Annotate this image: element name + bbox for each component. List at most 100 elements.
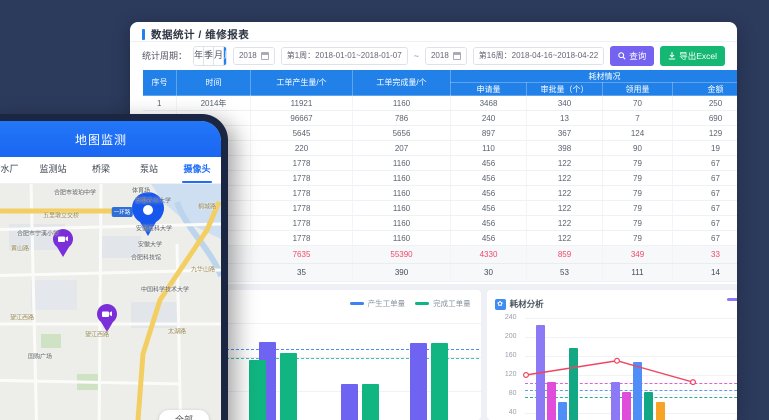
table-cell: 2014年 <box>177 96 251 111</box>
total-cell: 349 <box>603 246 673 264</box>
table-cell: 1160 <box>353 96 451 111</box>
table-cell: 1 <box>143 96 177 111</box>
map-poi-label: 中国科学技术大学 <box>141 285 189 294</box>
week-start-input[interactable]: 第1周：2018-01-01~2018-01-07 <box>281 47 408 65</box>
legend-label: 完成工单量 <box>433 298 471 309</box>
phone-tab-bar: 污水厂监测站桥梁泵站摄像头 <box>0 157 221 184</box>
period-option-年[interactable]: 年 <box>194 47 204 65</box>
consumable-bar <box>644 392 653 420</box>
table-row: 177811604561227967 <box>143 231 738 246</box>
phone-tab-泵站[interactable]: 泵站 <box>125 157 173 183</box>
y-axis-tick: 120 <box>501 371 517 378</box>
table-cell: 367 <box>527 126 603 141</box>
table-cell: 1160 <box>353 216 451 231</box>
query-button[interactable]: 查询 <box>610 46 654 66</box>
map-poi-label: 安徽农业大学 <box>135 196 171 205</box>
table-row: 177811604561227967 <box>143 156 738 171</box>
table-cell: 456 <box>451 171 527 186</box>
y-axis-tick: 240 <box>501 314 517 321</box>
bar-完成工单量 <box>249 360 266 420</box>
phone-header: ‹ 地图监测 <box>0 121 221 157</box>
total-cell: 4330 <box>451 246 527 264</box>
show-all-button[interactable]: 全部 <box>159 410 209 420</box>
table-cell: 897 <box>451 126 527 141</box>
table-cell: 340 <box>527 96 603 111</box>
desktop-background: 数据统计 / 维修报表 统计周期： 年季月周日 2018 第1周：2018-01… <box>0 0 769 420</box>
table-row: 96667786240137690 <box>143 111 738 126</box>
period-label: 统计周期： <box>142 49 187 62</box>
map-poi-label: 九华山路 <box>191 265 215 274</box>
table-cell: 786 <box>353 111 451 126</box>
legend-item[interactable]: 产生工单量 <box>350 298 406 309</box>
bar-完成工单量 <box>431 343 448 420</box>
column-header: 工单产生量/个 <box>251 70 353 96</box>
column-header: 审批量（个） <box>527 83 603 96</box>
map-poi-label: 合肥科技馆 <box>131 253 161 262</box>
table-cell: 79 <box>603 171 673 186</box>
filter-toolbar: 统计周期： 年季月周日 2018 第1周：2018-01-01~2018-01-… <box>130 42 737 69</box>
y-axis-tick: 160 <box>501 352 517 359</box>
table-cell: 456 <box>451 216 527 231</box>
table-cell: 398 <box>527 141 603 156</box>
year-start-select[interactable]: 2018 <box>233 47 275 65</box>
table-cell: 1160 <box>353 186 451 201</box>
year-end-value: 2018 <box>431 51 449 60</box>
y-axis-tick: 40 <box>501 409 517 416</box>
period-option-月[interactable]: 月 <box>214 47 224 65</box>
phone-tab-摄像头[interactable]: 摄像头 <box>173 157 221 183</box>
consumable-bar <box>656 402 665 420</box>
consumable-bar <box>633 362 642 420</box>
table-cell: 79 <box>603 156 673 171</box>
export-excel-button[interactable]: 导出Excel <box>660 46 725 66</box>
period-option-周[interactable]: 周 <box>224 47 227 65</box>
column-header: 时间 <box>177 70 251 96</box>
week-end-value: 第16周：2018-04-16~2018-04-22 <box>479 50 598 61</box>
table-cell: 1778 <box>251 171 353 186</box>
table-cell: 79 <box>603 201 673 216</box>
legend-swatch <box>350 302 364 305</box>
table-cell: 7 <box>603 111 673 126</box>
table-cell: 122 <box>527 231 603 246</box>
table-cell: 90 <box>603 141 673 156</box>
table-row: 12014年119211160346834070250 <box>143 96 738 111</box>
table-cell: 79 <box>603 231 673 246</box>
table-cell: 122 <box>527 171 603 186</box>
legend-label: 产生工单量 <box>368 298 406 309</box>
breadcrumb-bar: 数据统计 / 维修报表 <box>130 22 737 42</box>
bar-完成工单量 <box>362 384 379 420</box>
line-point <box>614 358 619 363</box>
map-view[interactable]: 合肥市琥珀中学体育场安徽农业大学五里墩立交桥合肥市宁溪小学安徽医科大学安徽大学合… <box>0 184 221 420</box>
avg-reference-line <box>525 383 737 384</box>
table-cell: 67 <box>673 201 738 216</box>
table-cell: 13 <box>527 111 603 126</box>
week-end-input[interactable]: 第16周：2018-04-16~2018-04-22 <box>473 47 604 65</box>
phone-tab-监测站[interactable]: 监测站 <box>29 157 77 183</box>
consumable-bar <box>569 348 578 420</box>
average-row: 平均值35390305311114 <box>143 264 738 282</box>
table-cell: 250 <box>673 96 738 111</box>
query-button-label: 查询 <box>629 50 646 62</box>
legend-item[interactable]: 完成工单量 <box>415 298 471 309</box>
column-header: 耗材情况 <box>451 70 738 83</box>
table-cell: 67 <box>673 186 738 201</box>
average-cell: 35 <box>251 264 353 282</box>
table-cell: 456 <box>451 156 527 171</box>
table-cell: 122 <box>527 186 603 201</box>
table-cell: 1778 <box>251 216 353 231</box>
year-end-select[interactable]: 2018 <box>425 47 467 65</box>
table-cell: 122 <box>527 156 603 171</box>
workorder-chart-legend: 产生工单量 完成工单量 <box>350 298 471 309</box>
table-cell: 456 <box>451 201 527 216</box>
phone-tab-桥梁[interactable]: 桥梁 <box>77 157 125 183</box>
column-header: 序号 <box>143 70 177 96</box>
map-poi-label: 五里墩立交桥 <box>43 211 79 220</box>
bar-产生工单量 <box>410 343 427 420</box>
phone-tab-污水厂[interactable]: 污水厂 <box>0 157 29 183</box>
table-cell: 70 <box>603 96 673 111</box>
table-cell: 1160 <box>353 171 451 186</box>
period-option-季[interactable]: 季 <box>204 47 214 65</box>
table-cell: 96667 <box>251 111 353 126</box>
phone-mockup: ‹ 地图监测 污水厂监测站桥梁泵站摄像头 <box>0 114 228 420</box>
consumable-bar-line-chart: 2402001601208040 <box>487 290 737 420</box>
consumable-bar <box>547 382 556 420</box>
